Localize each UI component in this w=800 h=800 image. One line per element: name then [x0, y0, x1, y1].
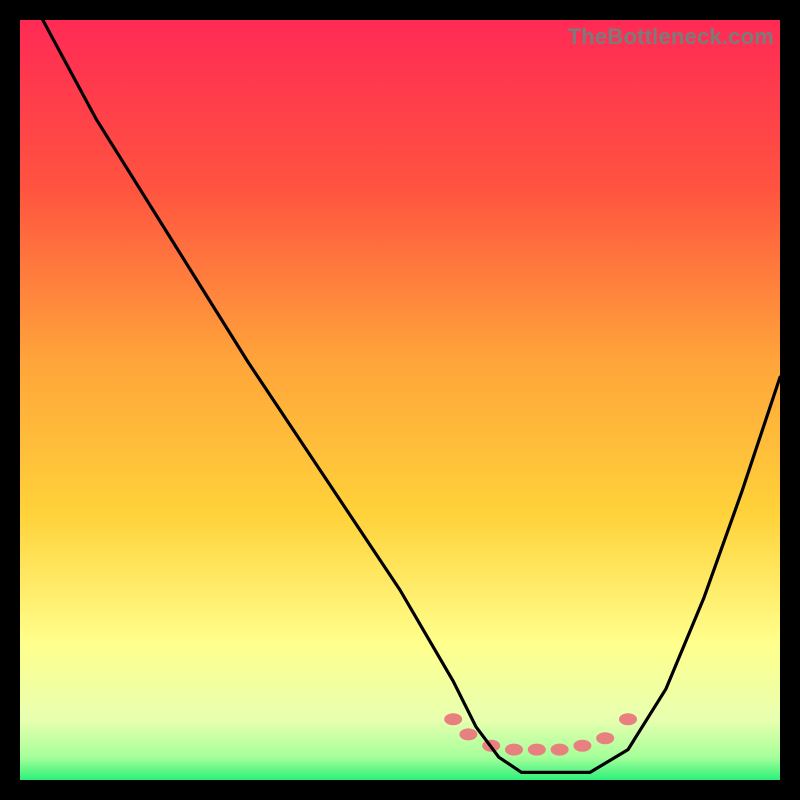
watermark-text: TheBottleneck.com	[568, 24, 774, 50]
optimal-marker	[444, 713, 462, 725]
optimal-marker	[505, 744, 523, 756]
optimal-marker	[459, 728, 477, 740]
optimal-marker	[528, 744, 546, 756]
chart-plot	[20, 20, 780, 780]
gradient-bg	[20, 20, 780, 780]
optimal-marker	[551, 744, 569, 756]
optimal-marker	[596, 732, 614, 744]
optimal-marker	[619, 713, 637, 725]
optimal-marker	[573, 740, 591, 752]
chart-frame: TheBottleneck.com	[20, 20, 780, 780]
